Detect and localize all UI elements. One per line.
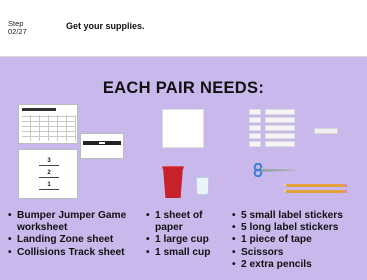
slide-title: EACH PAIR NEEDS: [102,79,265,97]
zone-number: 3 [39,158,59,166]
supply-list-materials: 1 sheet of paper 1 large cup 1 small cup [146,210,226,259]
list-item: Collisions Track sheet [8,247,148,259]
list-item: Scissors [232,247,367,259]
large-cup-image [163,167,183,198]
list-item: Landing Zone sheet [8,234,148,246]
small-cup-image [196,177,209,195]
collisions-track-sheet-image [80,133,124,159]
label-stickers-image [249,109,301,149]
zone-number: 1 [39,182,59,190]
list-item: 5 small label stickers [232,210,367,222]
list-item: Bumper Jumper Game worksheet [8,210,148,234]
supply-list-worksheets: Bumper Jumper Game worksheet Landing Zon… [8,210,148,259]
list-item: 2 extra pencils [232,259,367,271]
paper-sheet-image [162,109,204,148]
landing-zone-sheet-image: 3 2 1 [18,149,78,199]
lesson-header: Step 02/27 Get your supplies. [0,0,367,56]
step-title: Get your supplies. [66,21,145,31]
tape-image [314,128,338,134]
pencil-image [282,184,347,187]
pencil-image [282,190,347,193]
list-item: 1 piece of tape [232,234,367,246]
scissors-icon [253,163,300,177]
step-indicator: Step 02/27 [8,20,27,36]
zone-number: 2 [39,170,59,178]
list-item: 5 long label stickers [232,222,367,234]
supply-list-tools: 5 small label stickers 5 long label stic… [232,210,367,271]
list-item: 1 small cup [146,247,226,259]
step-count: 02/27 [8,27,27,36]
list-item: 1 large cup [146,234,226,246]
list-item: 1 sheet of paper [146,210,226,234]
bumper-jumper-worksheet-image [18,104,78,144]
